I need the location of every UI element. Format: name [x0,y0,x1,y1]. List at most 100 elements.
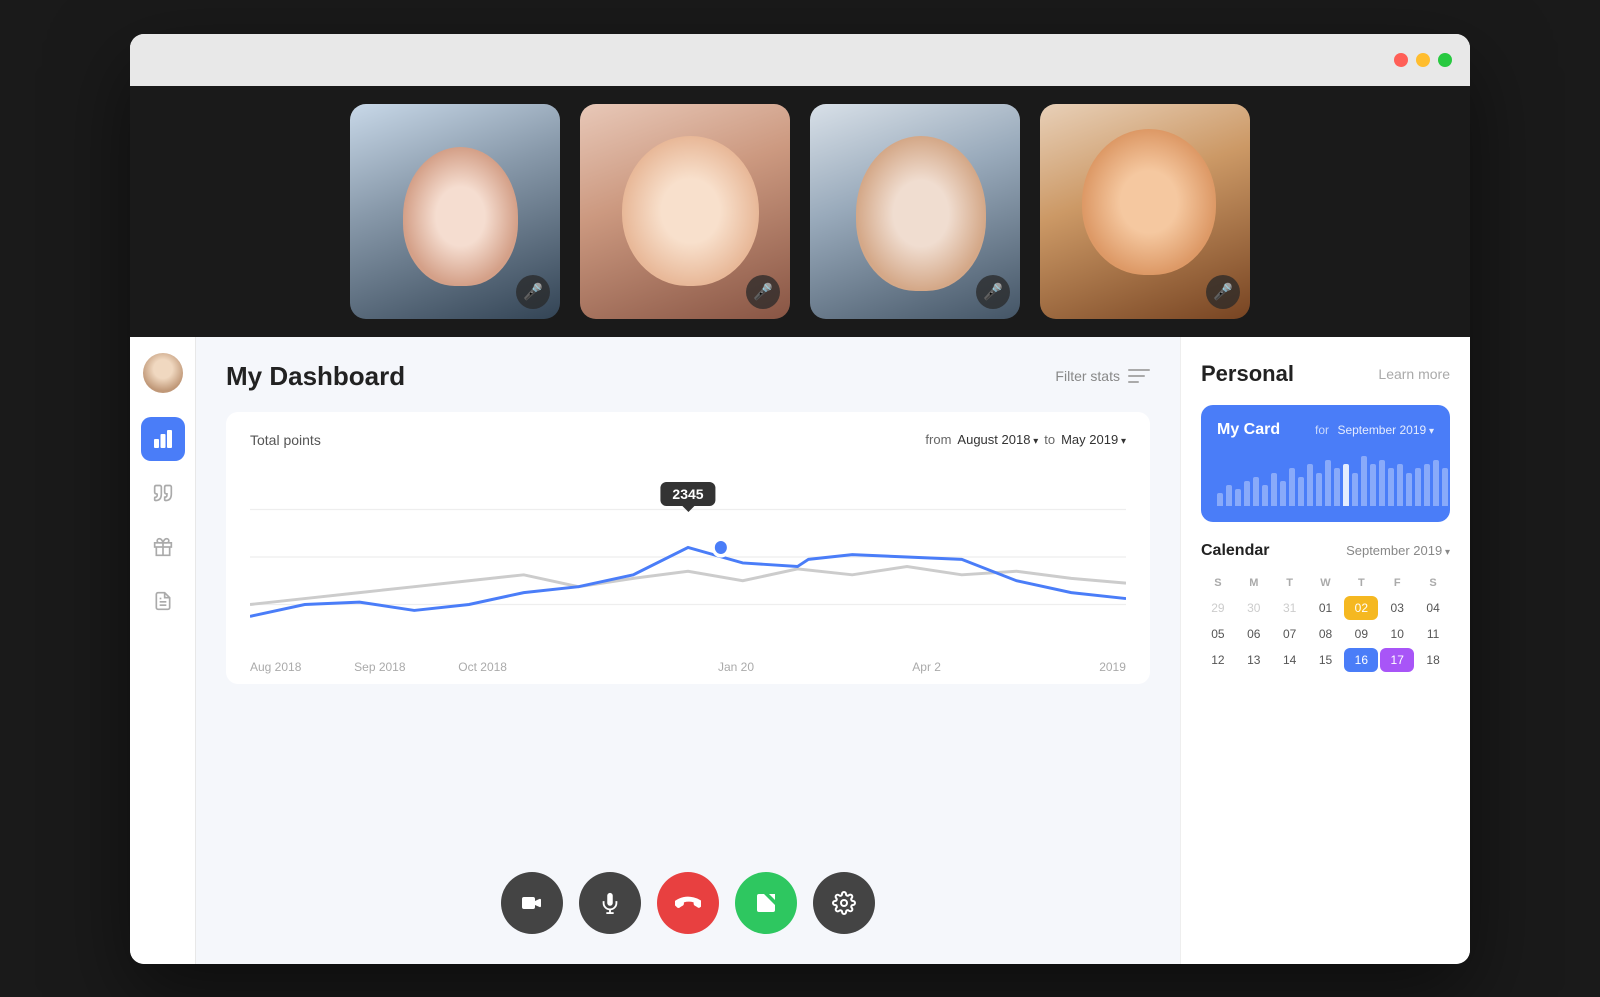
video-tile-4: 🎤 [1040,104,1250,319]
mini-bar [1343,464,1349,506]
cal-day-header-w: W [1309,572,1343,594]
calendar-month-select[interactable]: September 2019 [1346,543,1450,558]
from-label: from [925,432,951,447]
chart-label: Apr 2 [912,660,941,674]
mini-bar [1280,481,1286,506]
calendar-section: Calendar September 2019 S M T W T F S [1201,542,1450,672]
maximize-button[interactable] [1438,53,1452,67]
chart-header: Total points from August 2018 to May 201… [250,432,1126,448]
sidebar-item-brush[interactable] [141,471,185,515]
dashboard-panel: My Dashboard Filter stats Total points f… [196,337,1180,964]
chart-label: 2019 [1099,660,1126,674]
chart-tooltip: 2345 [660,482,715,506]
hangup-button[interactable] [657,872,719,934]
chart-labels: Aug 2018 Sep 2018 Oct 2018 Jan 20 Apr 2 … [250,652,1126,674]
cal-day[interactable]: 02 [1344,596,1378,620]
my-card-label: My Card [1217,421,1280,439]
mini-bar [1253,477,1259,506]
cal-day[interactable]: 30 [1237,596,1271,620]
calendar-week-1: 05 06 07 08 09 10 11 [1201,622,1450,646]
right-panel: Personal Learn more My Card for Septembe… [1180,337,1470,964]
chart-label: Oct 2018 [458,660,507,674]
mini-bar [1325,460,1331,506]
cal-day[interactable]: 13 [1237,648,1271,672]
mini-bar-chart [1217,451,1434,506]
mini-bar [1379,460,1385,506]
main-content: My Dashboard Filter stats Total points f… [130,337,1470,964]
cal-day-header-t2: T [1344,572,1378,594]
cal-day[interactable]: 31 [1273,596,1307,620]
calendar-week-2: 12 13 14 15 16 17 18 [1201,648,1450,672]
mini-bar [1289,468,1295,506]
chart-container: Total points from August 2018 to May 201… [226,412,1150,684]
video-tile-3: 🎤 [810,104,1020,319]
mic-badge-2: 🎤 [746,275,780,309]
cal-day-header-s1: S [1201,572,1235,594]
share-button[interactable] [735,872,797,934]
cal-day[interactable]: 11 [1416,622,1450,646]
my-card-widget: My Card for September 2019 [1201,405,1450,522]
cal-day-header-m: M [1237,572,1271,594]
cal-day[interactable]: 09 [1344,622,1378,646]
sidebar-item-gift[interactable] [141,525,185,569]
date-range: from August 2018 to May 2019 [925,432,1126,447]
cal-day[interactable]: 18 [1416,648,1450,672]
cal-day-header-s2: S [1416,572,1450,594]
cal-day[interactable]: 07 [1273,622,1307,646]
cal-day[interactable]: 29 [1201,596,1235,620]
cal-day[interactable]: 03 [1380,596,1414,620]
cal-day[interactable]: 12 [1201,648,1235,672]
mini-bar [1352,473,1358,506]
cal-today[interactable]: 16 [1344,648,1378,672]
calendar-week-0: 29 30 31 01 02 03 04 [1201,596,1450,620]
filter-stats-button[interactable]: Filter stats [1055,367,1150,385]
my-card-period[interactable]: September 2019 [1337,423,1434,437]
mini-bar [1316,473,1322,506]
mini-bar [1262,485,1268,506]
cal-day[interactable]: 01 [1309,596,1343,620]
chart-label: Jan 20 [718,660,754,674]
dashboard-header: My Dashboard Filter stats [226,361,1150,392]
video-button[interactable] [501,872,563,934]
calendar-header: Calendar September 2019 [1201,542,1450,560]
cal-day[interactable]: 06 [1237,622,1271,646]
mini-bar [1370,464,1376,506]
mini-bar [1388,468,1394,506]
learn-more-link[interactable]: Learn more [1378,366,1450,382]
cal-day-header-f: F [1380,572,1414,594]
mini-bar [1298,477,1304,506]
sidebar-item-document[interactable] [141,579,185,623]
mini-bar [1244,481,1250,506]
my-card-header: My Card for September 2019 [1217,421,1434,439]
cal-day[interactable]: 15 [1309,648,1343,672]
close-button[interactable] [1394,53,1408,67]
cal-day[interactable]: 10 [1380,622,1414,646]
to-date[interactable]: May 2019 [1061,432,1126,447]
mic-badge-1: 🎤 [516,275,550,309]
mini-bar [1235,489,1241,506]
filter-icon [1128,367,1150,385]
cal-day[interactable]: 04 [1416,596,1450,620]
chart-title: Total points [250,432,321,448]
app-window: 🎤 🎤 🎤 🎤 [130,34,1470,964]
mic-badge-4: 🎤 [1206,275,1240,309]
mini-bar [1424,464,1430,506]
personal-title: Personal [1201,361,1294,387]
sidebar [130,337,196,964]
from-date[interactable]: August 2018 [957,432,1038,447]
chart-label: Sep 2018 [354,660,405,674]
settings-button[interactable] [813,872,875,934]
cal-day[interactable]: 08 [1309,622,1343,646]
cal-event-day[interactable]: 17 [1380,648,1414,672]
video-strip: 🎤 🎤 🎤 🎤 [130,86,1470,337]
filter-label: Filter stats [1055,368,1120,384]
chart-label: Aug 2018 [250,660,301,674]
right-panel-header: Personal Learn more [1201,361,1450,387]
traffic-lights [1394,53,1452,67]
minimize-button[interactable] [1416,53,1430,67]
cal-day[interactable]: 14 [1273,648,1307,672]
mic-button[interactable] [579,872,641,934]
cal-day-header-t1: T [1273,572,1307,594]
sidebar-item-dashboard[interactable] [141,417,185,461]
cal-day[interactable]: 05 [1201,622,1235,646]
